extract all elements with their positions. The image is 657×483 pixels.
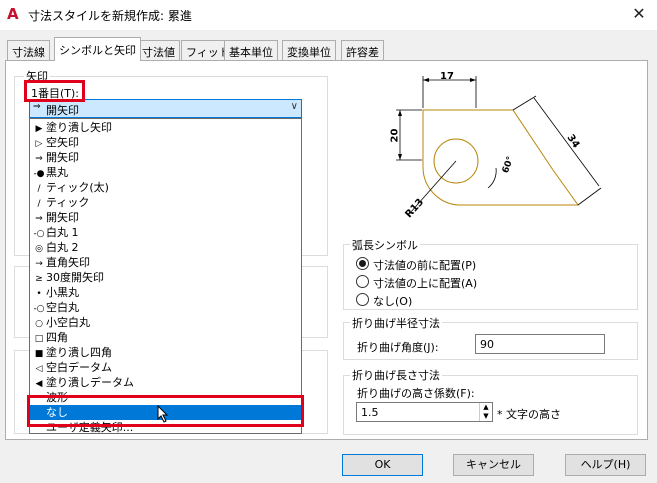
cancel-button[interactable]: キャンセル bbox=[453, 454, 534, 476]
mouse-cursor-icon bbox=[157, 405, 169, 423]
arrow-option[interactable]: ○ 小空白丸 bbox=[30, 315, 301, 330]
arrow-option-label: 四角 bbox=[46, 331, 68, 344]
arrow-option-label: 空矢印 bbox=[46, 136, 79, 149]
jog-height-suffix: * 文字の高さ bbox=[497, 408, 561, 421]
jog-linear-label: 折り曲げ長さ寸法 bbox=[350, 367, 442, 383]
arrow-option-label: 開矢印 bbox=[46, 211, 79, 224]
arrow-option-label: 白丸 2 bbox=[46, 241, 79, 254]
arrow-option-label: 小黒丸 bbox=[46, 286, 79, 299]
arrow-option-label: 空白丸 bbox=[46, 301, 79, 314]
arc-none-label: なし(O) bbox=[373, 295, 413, 308]
arrow-dropdown-list[interactable]: ▶ 塗り潰し矢印 ▷ 空矢印 ⇒ 開矢印 -●黒丸 / ティック(太) / ティック ⇒ 開矢印 -○白丸… bbox=[29, 118, 302, 434]
arrow-option[interactable]: -○空白丸 bbox=[30, 300, 301, 315]
arc-symbol-label: 弧長シンボル bbox=[350, 237, 420, 253]
arrow-option-label: ティック bbox=[46, 196, 90, 209]
tab-primary-units[interactable]: 基本単位 bbox=[224, 40, 278, 60]
tab-text[interactable]: 寸法値 bbox=[137, 40, 180, 60]
jog-height-value: 1.5 bbox=[361, 406, 379, 419]
arc-before-label: 寸法値の前に配置(P) bbox=[373, 259, 477, 272]
dim-top-text: 17 bbox=[440, 71, 454, 82]
dim-left-text: 20 bbox=[389, 128, 401, 143]
arrow-option-label: 塗り潰し矢印 bbox=[46, 121, 112, 134]
jog-angle-input[interactable]: 90 bbox=[475, 334, 605, 354]
arrow-option-label: 小空白丸 bbox=[46, 316, 90, 329]
arrow-option-label: 白丸 1 bbox=[46, 226, 79, 239]
arc-above-label: 寸法値の上に配置(A) bbox=[373, 277, 478, 290]
jog-angle-label: 折り曲げ角度(J): bbox=[357, 341, 439, 354]
arrow-option[interactable]: ≥30度開矢印 bbox=[30, 270, 301, 285]
arrow-option-label: 開矢印 bbox=[46, 151, 79, 164]
jog-radius-label: 折り曲げ半径寸法 bbox=[350, 315, 442, 331]
arrow-option[interactable]: ◀ 塗り潰しデータム bbox=[30, 375, 301, 390]
arrow-option-label: 黒丸 bbox=[46, 166, 68, 179]
help-button[interactable]: ヘルプ(H) bbox=[565, 454, 646, 476]
arc-none-radio[interactable] bbox=[356, 293, 369, 306]
arrow-option-label: 直角矢印 bbox=[46, 256, 90, 269]
arrow-option[interactable]: / ティック bbox=[30, 195, 301, 210]
arrow-option-label: 空白データム bbox=[46, 361, 112, 374]
arrow-option[interactable]: → 直角矢印 bbox=[30, 255, 301, 270]
arrow-option[interactable]: ■ 塗り潰し四角 bbox=[30, 345, 301, 360]
spinner-arrows-icon[interactable]: ▲ ▼ bbox=[479, 403, 492, 421]
arrow-option-label: ティック(太) bbox=[46, 181, 109, 194]
arrow-option[interactable]: -○白丸 1 bbox=[30, 225, 301, 240]
arrow-option[interactable]: □ 四角 bbox=[30, 330, 301, 345]
chevron-down-icon[interactable]: ∨ bbox=[291, 101, 298, 112]
app-logo-icon: A bbox=[7, 5, 19, 23]
arrow-option[interactable]: ◁ 空白データム bbox=[30, 360, 301, 375]
arrow-option[interactable]: -●黒丸 bbox=[30, 165, 301, 180]
ok-button[interactable]: OK bbox=[342, 454, 423, 476]
jog-height-label: 折り曲げの高さ係数(F): bbox=[357, 387, 475, 400]
arrow-option[interactable]: ⇒ 開矢印 bbox=[30, 150, 301, 165]
tab-symbols-arrows[interactable]: シンボルと矢印 bbox=[54, 37, 141, 61]
arrow-option[interactable]: ▶ 塗り潰し矢印 bbox=[30, 120, 301, 135]
arrow-option[interactable]: / ティック(太) bbox=[30, 180, 301, 195]
arrow-option[interactable]: ⇒ 開矢印 bbox=[30, 210, 301, 225]
arrow-option[interactable]: • 小黒丸 bbox=[30, 285, 301, 300]
dimension-preview-drawing bbox=[396, 76, 602, 214]
tab-alternate-units[interactable]: 変換単位 bbox=[282, 40, 336, 60]
open-arrow-icon: ⇒ bbox=[33, 102, 41, 112]
close-icon[interactable]: ✕ bbox=[628, 4, 650, 24]
arrow-option-label: 30度開矢印 bbox=[46, 271, 104, 284]
window-title: 寸法スタイルを新規作成: 累進 bbox=[28, 9, 192, 23]
arrow-option-label: 塗り潰し四角 bbox=[46, 346, 112, 359]
arrow-option-label: 塗り潰しデータム bbox=[46, 376, 134, 389]
tab-dimension-lines[interactable]: 寸法線 bbox=[7, 40, 50, 60]
arrow-option[interactable]: ◎ 白丸 2 bbox=[30, 240, 301, 255]
arrow-option[interactable]: ▷ 空矢印 bbox=[30, 135, 301, 150]
arc-before-radio[interactable] bbox=[356, 257, 369, 270]
first-arrow-value: 開矢印 bbox=[46, 104, 79, 117]
arc-above-radio[interactable] bbox=[356, 275, 369, 288]
highlight-first-label bbox=[24, 80, 85, 102]
jog-height-input[interactable]: 1.5 ▲ ▼ bbox=[356, 402, 493, 422]
tab-tolerances[interactable]: 許容差 bbox=[341, 40, 384, 60]
jog-angle-value: 90 bbox=[480, 338, 494, 351]
